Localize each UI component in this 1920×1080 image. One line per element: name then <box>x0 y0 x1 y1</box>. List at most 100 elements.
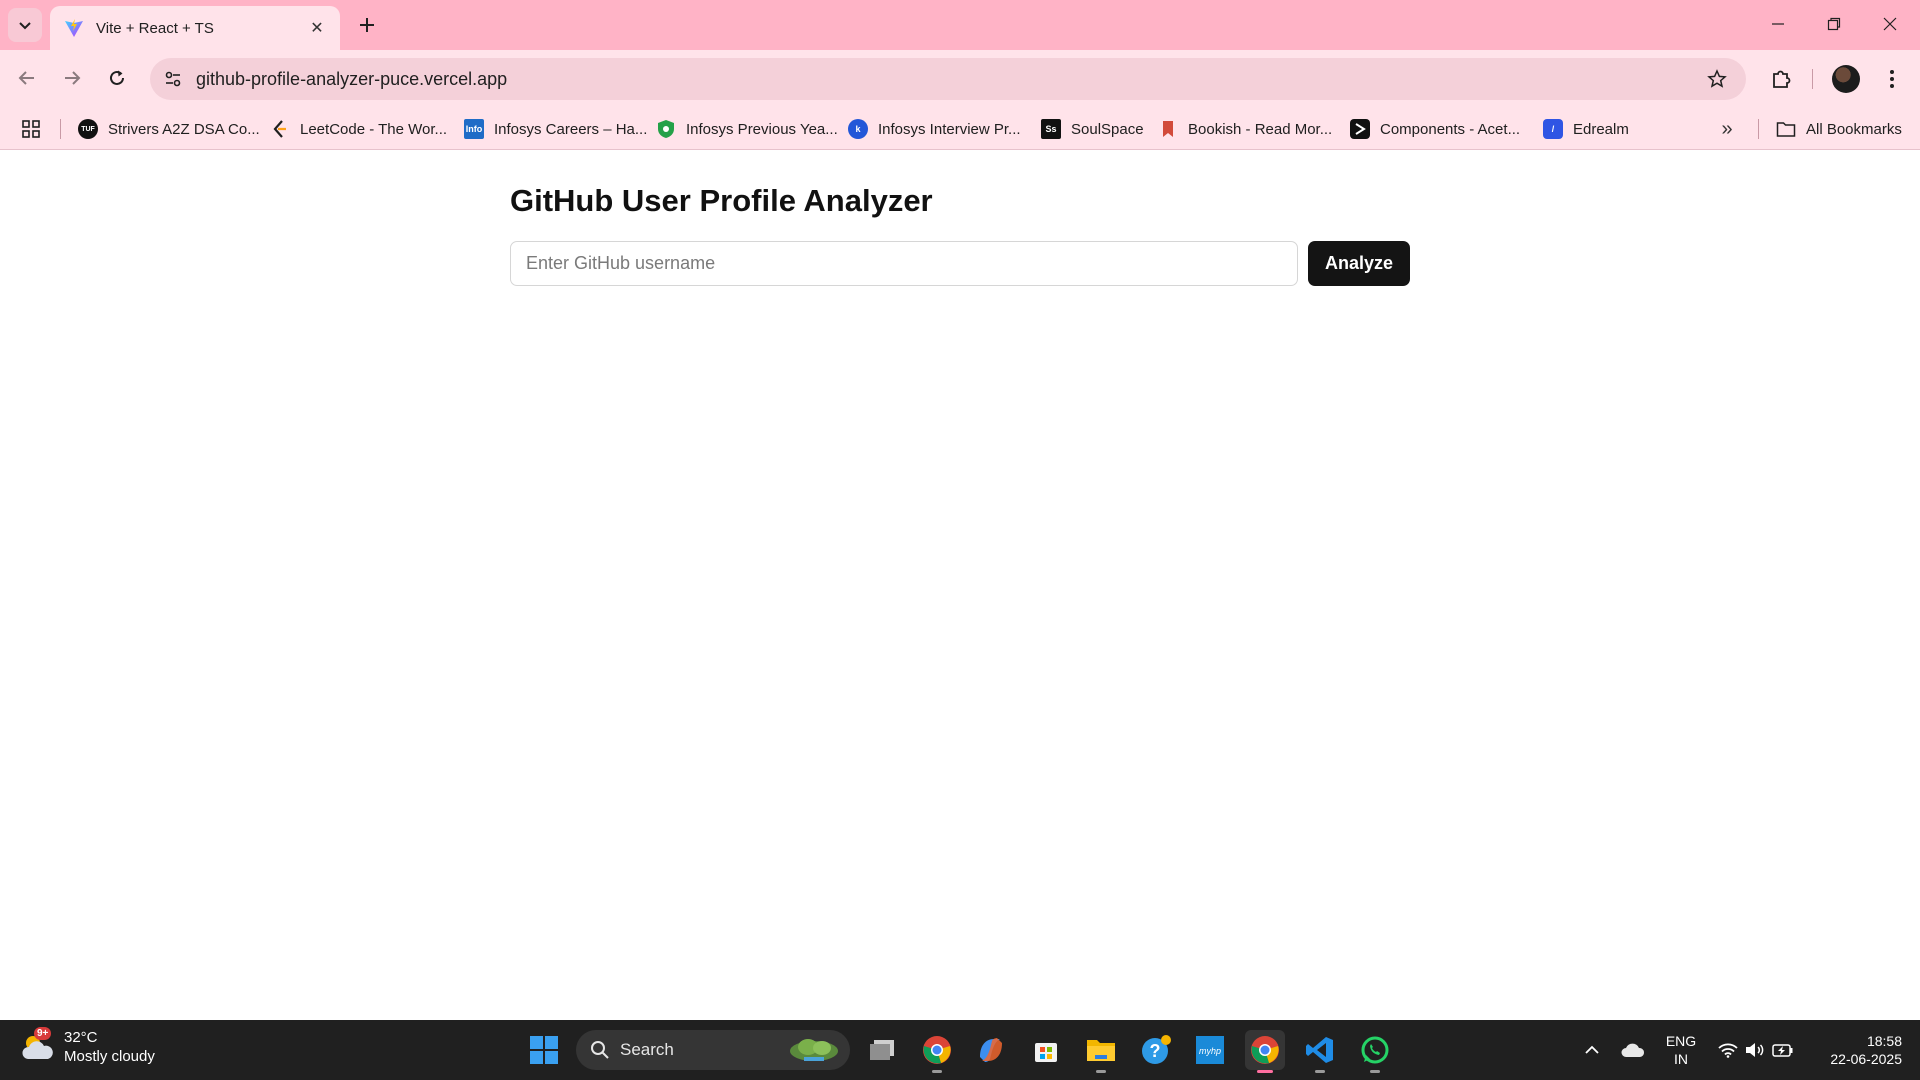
close-tab-icon[interactable]: ✕ <box>306 17 328 39</box>
weather-temp: 32°C <box>64 1029 98 1046</box>
active-indicator <box>1257 1070 1273 1073</box>
url-text[interactable]: github-profile-analyzer-puce.vercel.app <box>196 69 1700 90</box>
restore-icon <box>1827 17 1841 31</box>
show-hidden-icons[interactable] <box>1580 1020 1604 1080</box>
clock-date: 22-06-2025 <box>1830 1051 1902 1067</box>
bookmark-label: Infosys Previous Yea... <box>686 120 838 138</box>
bookmark-edrealm[interactable]: / Edrealm <box>1543 115 1629 143</box>
task-view-icon <box>870 1040 894 1060</box>
whatsapp-icon <box>1361 1036 1389 1064</box>
taskbar-chrome-profile[interactable] <box>917 1030 957 1073</box>
vite-logo-icon <box>65 19 83 37</box>
avatar <box>1832 65 1860 93</box>
close-window-button[interactable] <box>1862 0 1918 48</box>
soulspace-logo-icon: Ss <box>1041 119 1061 139</box>
bookmark-infosys-careers[interactable]: Info Infosys Careers – Ha... <box>464 115 647 143</box>
running-indicator <box>1096 1070 1106 1073</box>
minimize-icon <box>1772 23 1784 25</box>
system-clock[interactable]: 18:58 22-06-2025 <box>1812 1032 1902 1068</box>
close-icon <box>1883 17 1897 31</box>
page-content: GitHub User Profile Analyzer Analyze <box>0 151 1920 1020</box>
taskbar-chrome-active[interactable] <box>1245 1030 1285 1073</box>
address-bar[interactable]: github-profile-analyzer-puce.vercel.app <box>150 58 1746 100</box>
taskbar-whatsapp[interactable] <box>1355 1030 1395 1073</box>
taskbar-myhp[interactable]: myhp <box>1190 1030 1230 1070</box>
extensions-button[interactable] <box>1763 61 1799 97</box>
k-logo-icon: k <box>848 119 868 139</box>
store-icon <box>1035 1043 1057 1062</box>
running-indicator <box>1315 1070 1325 1073</box>
chrome-icon <box>1251 1036 1279 1064</box>
taskbar-search[interactable]: Search <box>576 1030 850 1070</box>
taskbar-get-help[interactable]: ? <box>1136 1030 1176 1070</box>
search-icon <box>591 1041 609 1059</box>
language-indicator[interactable]: ENG IN <box>1660 1032 1702 1068</box>
edrealm-logo-icon: / <box>1543 119 1563 139</box>
apps-button[interactable] <box>18 116 44 142</box>
bookmark-strivers[interactable]: TUF Strivers A2Z DSA Co... <box>78 115 260 143</box>
reload-button[interactable] <box>100 61 134 95</box>
site-info-button[interactable] <box>156 62 190 96</box>
region-code: IN <box>1674 1051 1688 1067</box>
task-view-button[interactable] <box>862 1030 902 1070</box>
new-tab-button[interactable] <box>352 10 382 40</box>
bookmark-components[interactable]: Components - Acet... <box>1350 115 1520 143</box>
tuf-logo-icon: TUF <box>78 119 98 139</box>
leetcode-logo-icon <box>273 120 286 138</box>
tune-icon <box>165 71 181 87</box>
forward-button[interactable] <box>55 61 89 95</box>
bookmark-star-button[interactable] <box>1700 62 1734 96</box>
battery-tray[interactable] <box>1768 1020 1798 1080</box>
bookmark-ribbon-icon <box>1163 121 1173 137</box>
cloud-icon <box>1621 1043 1645 1057</box>
bookmark-infosys-interview[interactable]: k Infosys Interview Pr... <box>848 115 1021 143</box>
svg-text:myhp: myhp <box>1199 1046 1221 1056</box>
weather-widget[interactable]: 9+ 32°C Mostly cloudy <box>20 1027 155 1066</box>
back-button[interactable] <box>10 61 44 95</box>
bookmark-label: Bookish - Read Mor... <box>1188 120 1333 138</box>
running-indicator <box>1370 1070 1380 1073</box>
running-indicator <box>932 1070 942 1073</box>
copilot-icon <box>980 1038 1002 1062</box>
restore-button[interactable] <box>1806 0 1862 48</box>
username-input[interactable] <box>510 241 1298 286</box>
taskbar-vscode[interactable] <box>1300 1030 1340 1073</box>
wifi-icon <box>1718 1043 1738 1058</box>
network-tray[interactable] <box>1714 1020 1742 1080</box>
arrow-left-icon <box>18 71 34 85</box>
bookmark-bookish[interactable]: Bookish - Read Mor... <box>1158 115 1332 143</box>
taskbar-store[interactable] <box>1026 1030 1066 1070</box>
profile-button[interactable] <box>1828 61 1864 97</box>
infosys-logo-icon: Info <box>464 119 484 139</box>
bookmarks-divider <box>1758 119 1759 139</box>
help-icon: ? <box>1142 1035 1171 1064</box>
plus-icon <box>360 18 374 32</box>
svg-text:?: ? <box>1150 1041 1161 1061</box>
all-bookmarks-label: All Bookmarks <box>1806 120 1902 138</box>
bookmark-infosys-previous[interactable]: Infosys Previous Yea... <box>656 115 838 143</box>
chevron-up-icon <box>1585 1045 1599 1054</box>
volume-tray[interactable] <box>1742 1020 1768 1080</box>
active-tab[interactable]: Vite + React + TS ✕ <box>50 6 340 50</box>
bookmark-label: Infosys Careers – Ha... <box>494 120 648 138</box>
menu-button[interactable] <box>1874 61 1910 97</box>
shield-icon <box>658 120 674 138</box>
star-icon <box>1707 69 1727 88</box>
bookmark-soulspace[interactable]: Ss SoulSpace <box>1041 115 1144 143</box>
tab-search-button[interactable] <box>8 8 42 42</box>
more-bookmarks-button[interactable]: » <box>1714 116 1740 142</box>
onedrive-tray[interactable] <box>1618 1020 1648 1080</box>
puzzle-icon <box>1773 70 1791 88</box>
bookmark-label: Components - Acet... <box>1380 120 1521 138</box>
myhp-icon: myhp <box>1196 1036 1224 1064</box>
taskbar-copilot[interactable] <box>971 1030 1011 1070</box>
more-vert-icon <box>1890 70 1894 88</box>
start-button[interactable] <box>524 1030 564 1070</box>
analyze-button[interactable]: Analyze <box>1308 241 1410 286</box>
double-chevron-right-icon: » <box>1721 117 1733 140</box>
taskbar-file-explorer[interactable] <box>1081 1030 1121 1073</box>
all-bookmarks-button[interactable]: All Bookmarks <box>1776 115 1902 143</box>
minimize-button[interactable] <box>1750 0 1806 48</box>
bookmark-leetcode[interactable]: LeetCode - The Wor... <box>270 115 447 143</box>
clock-time: 18:58 <box>1866 1033 1902 1049</box>
